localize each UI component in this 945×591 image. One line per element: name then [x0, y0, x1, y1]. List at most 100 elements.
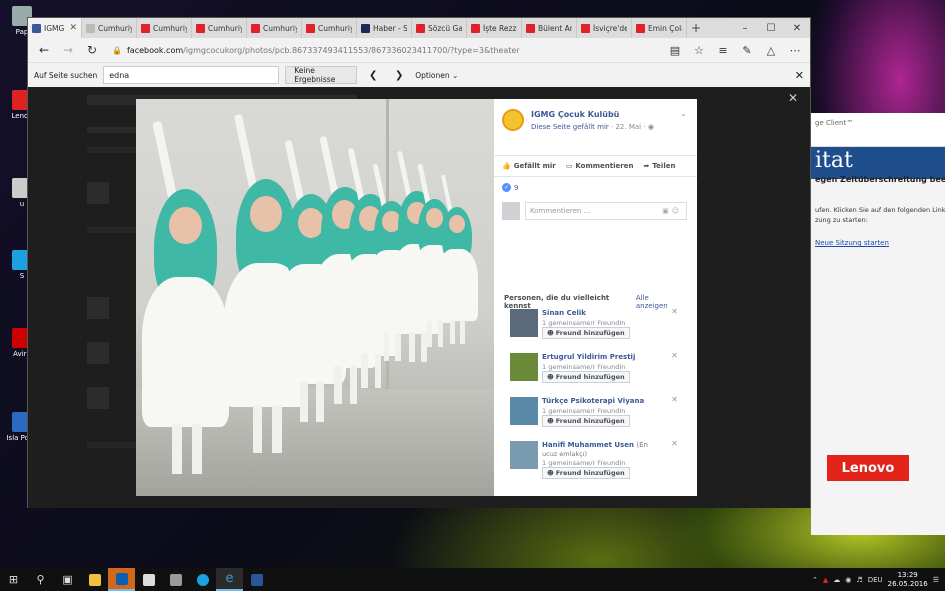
- citrix-receiver-icon[interactable]: [162, 568, 189, 591]
- browser-tab[interactable]: İsviçre'de: [577, 18, 632, 38]
- new-session-link[interactable]: Neue Sitzung starten: [815, 239, 889, 247]
- system-tray: ⌃ ▲ ☁ ◉ ♬ DEU 13:29 26.05.2016 ☰: [812, 571, 945, 589]
- browser-tab[interactable]: Cumhuriy: [82, 18, 137, 38]
- browser-tab[interactable]: İşte Rezza: [467, 18, 522, 38]
- person-name: Türkçe Psikoterapi Viyana: [542, 397, 645, 405]
- camera-icon[interactable]: ▣: [662, 207, 672, 215]
- tab-favicon-icon: [416, 23, 425, 33]
- edge-browser-window: IGMG ✕ Cumhuriy Cumhuriy Cumhuriy Cumhuriy Cum…: [27, 17, 811, 508]
- web-note-icon[interactable]: ✎: [738, 44, 756, 57]
- clock[interactable]: 13:29 26.05.2016: [888, 571, 928, 589]
- add-friend-button[interactable]: ☻ Freund hinzufügen: [542, 327, 630, 339]
- post-photo[interactable]: [136, 99, 494, 496]
- share-button[interactable]: ➦ Teilen: [643, 162, 675, 170]
- browser-tab[interactable]: Cumhuriy: [192, 18, 247, 38]
- refresh-button[interactable]: ↻: [82, 40, 102, 60]
- forward-button[interactable]: →: [58, 40, 78, 60]
- taskbar: ⊞ ⚲ ▣ e ⌃ ▲ ☁ ◉ ♬ DEU 13:29 26.05.2016 ☰: [0, 568, 945, 591]
- page-avatar[interactable]: [502, 109, 524, 131]
- tab-label: İsviçre'de: [593, 23, 627, 33]
- avira-tray-icon[interactable]: ▲: [823, 576, 828, 584]
- reading-view-icon[interactable]: ▤: [666, 44, 684, 57]
- browser-tab[interactable]: Haber - S: [357, 18, 412, 38]
- browser-toolbar: ▤ ☆ ≡ ✎ △ ⋯: [666, 44, 804, 57]
- volume-icon[interactable]: ♬: [856, 576, 862, 584]
- mutual-friends: 1 gemeinsame/r FreundIn: [542, 319, 626, 327]
- network-icon[interactable]: ☁: [833, 576, 840, 584]
- find-next-icon[interactable]: ❯: [389, 70, 409, 81]
- theater-close-icon[interactable]: ✕: [788, 91, 798, 105]
- find-input[interactable]: edna: [103, 66, 280, 84]
- browser-tab[interactable]: Cumhuriy: [247, 18, 302, 38]
- url-path: /igmgcocukorg/photos/pcb.867337493411553…: [183, 45, 520, 55]
- comment-input[interactable]: Kommentieren ... ▣☺: [525, 202, 687, 220]
- like-button[interactable]: 👍 Gefällt mir: [502, 162, 556, 170]
- word-icon[interactable]: [243, 568, 270, 591]
- post-options-chevron-icon[interactable]: ⌄: [680, 109, 687, 118]
- close-icon[interactable]: ✕: [784, 18, 810, 38]
- person-photo[interactable]: [510, 397, 538, 425]
- person-photo[interactable]: [510, 353, 538, 381]
- new-tab-button[interactable]: +: [687, 18, 705, 38]
- keyboard-language[interactable]: DEU: [868, 576, 883, 584]
- wifi-icon[interactable]: ◉: [845, 576, 851, 584]
- tab-favicon-icon: [636, 23, 645, 33]
- tab-close-icon[interactable]: ✕: [69, 23, 77, 33]
- tab-favicon-icon: [251, 23, 260, 33]
- notifications-icon[interactable]: ☰: [933, 576, 939, 584]
- find-close-icon[interactable]: ✕: [795, 69, 804, 82]
- tray-chevron-icon[interactable]: ⌃: [812, 576, 818, 584]
- minimize-icon[interactable]: –: [732, 18, 758, 38]
- find-options-button[interactable]: Optionen ⌄: [415, 71, 458, 80]
- browser-tab[interactable]: Emin Çola: [632, 18, 687, 38]
- tab-label: Cumhuriy: [153, 23, 187, 33]
- like-count-value: 9: [514, 183, 519, 192]
- person-name-link[interactable]: Hanifi Muhammet Usen (En: [542, 441, 648, 449]
- dismiss-icon[interactable]: ✕: [671, 351, 678, 360]
- browser-tab[interactable]: Cumhuriy: [137, 18, 192, 38]
- lenovo-logo: Lenovo: [827, 455, 909, 481]
- person-photo[interactable]: [510, 441, 538, 469]
- more-icon[interactable]: ⋯: [786, 44, 804, 57]
- page-name-link[interactable]: IGMG Çocuk Kulübü: [531, 110, 619, 119]
- edge-icon[interactable]: e: [216, 568, 243, 591]
- pymk-person: Sinan Celik 1 gemeinsame/r FreundIn ☻ Freu…: [510, 307, 682, 347]
- person-name-link[interactable]: Türkçe Psikoterapi Viyana: [542, 397, 644, 405]
- pymk-title: Personen, die du vielleicht kennst: [504, 294, 610, 310]
- start-button[interactable]: ⊞: [0, 568, 27, 591]
- add-friend-button[interactable]: ☻ Freund hinzufügen: [542, 467, 630, 479]
- browser-tab[interactable]: IGMG ✕: [28, 18, 82, 38]
- skype-icon[interactable]: [189, 568, 216, 591]
- find-options-label: Optionen: [415, 70, 450, 80]
- add-friend-icon: ☻: [547, 373, 554, 381]
- outlook-icon[interactable]: [108, 568, 135, 591]
- dismiss-icon[interactable]: ✕: [671, 395, 678, 404]
- browser-tab[interactable]: Cumhuriy: [302, 18, 357, 38]
- dismiss-icon[interactable]: ✕: [671, 439, 678, 448]
- maximize-icon[interactable]: ☐: [758, 18, 784, 38]
- file-explorer-icon[interactable]: [81, 568, 108, 591]
- emoji-icon[interactable]: ☺: [672, 207, 682, 215]
- store-icon[interactable]: [135, 568, 162, 591]
- person-photo[interactable]: [510, 309, 538, 337]
- person-subtitle-2: ucuz emlakçı): [542, 450, 588, 458]
- person-name-link[interactable]: Sinan Celik: [542, 309, 586, 317]
- page-liked-link[interactable]: Diese Seite gefällt mir: [531, 123, 609, 131]
- task-view-icon[interactable]: ▣: [54, 568, 81, 591]
- add-friend-button[interactable]: ☻ Freund hinzufügen: [542, 371, 630, 383]
- search-icon[interactable]: ⚲: [27, 568, 54, 591]
- hub-icon[interactable]: ≡: [714, 44, 732, 57]
- dismiss-icon[interactable]: ✕: [671, 307, 678, 316]
- share-icon[interactable]: △: [762, 44, 780, 57]
- url-field[interactable]: 🔒 facebook.com/igmgcocukorg/photos/pcb.8…: [106, 41, 662, 59]
- favorite-star-icon[interactable]: ☆: [690, 44, 708, 57]
- tab-label: Cumhuriy: [98, 23, 132, 33]
- browser-tab[interactable]: Sözcü Ga: [412, 18, 467, 38]
- browser-tab[interactable]: Bülent Arı: [522, 18, 577, 38]
- comment-button[interactable]: ▭ Kommentieren: [566, 162, 634, 170]
- back-button[interactable]: ←: [34, 40, 54, 60]
- find-previous-icon[interactable]: ❮: [363, 70, 383, 81]
- like-count[interactable]: ✓ 9: [502, 183, 518, 192]
- add-friend-button[interactable]: ☻ Freund hinzufügen: [542, 415, 630, 427]
- person-name-link[interactable]: Ertugrul Yildirim Prestij: [542, 353, 635, 361]
